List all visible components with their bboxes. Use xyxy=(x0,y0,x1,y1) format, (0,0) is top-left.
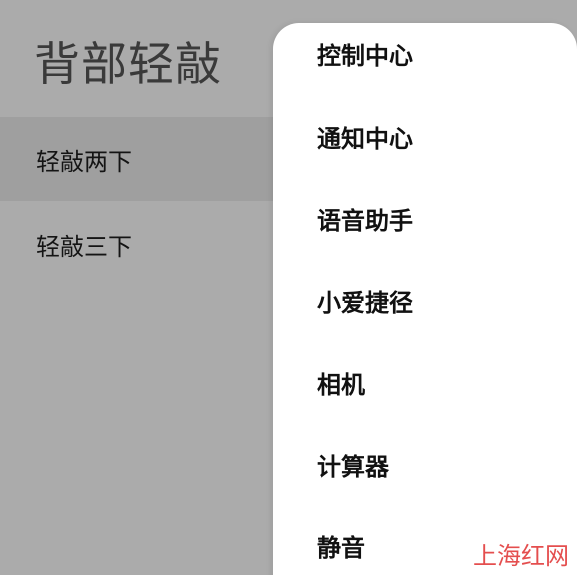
screen: 背部轻敲 轻敲两下 轻敲三下 控制中心 通知中心 语音助手 小爱捷径 相机 计算… xyxy=(0,0,577,575)
action-dropdown-menu: 控制中心 通知中心 语音助手 小爱捷径 相机 计算器 静音 xyxy=(273,23,577,575)
menu-item-xiaoai-shortcut[interactable]: 小爱捷径 xyxy=(317,283,413,318)
option-label: 轻敲三下 xyxy=(36,232,132,261)
menu-item-camera[interactable]: 相机 xyxy=(317,365,365,400)
page-title: 背部轻敲 xyxy=(34,37,222,91)
menu-item-notification-center[interactable]: 通知中心 xyxy=(317,119,413,154)
option-label: 轻敲两下 xyxy=(36,147,132,176)
menu-item-mute[interactable]: 静音 xyxy=(317,528,365,563)
option-double-tap[interactable]: 轻敲两下 xyxy=(0,117,290,201)
option-triple-tap[interactable]: 轻敲三下 xyxy=(0,202,290,286)
menu-item-control-center[interactable]: 控制中心 xyxy=(317,36,413,71)
watermark: 上海红网 xyxy=(473,542,569,570)
menu-item-calculator[interactable]: 计算器 xyxy=(317,447,389,482)
menu-item-voice-assistant[interactable]: 语音助手 xyxy=(317,201,413,236)
